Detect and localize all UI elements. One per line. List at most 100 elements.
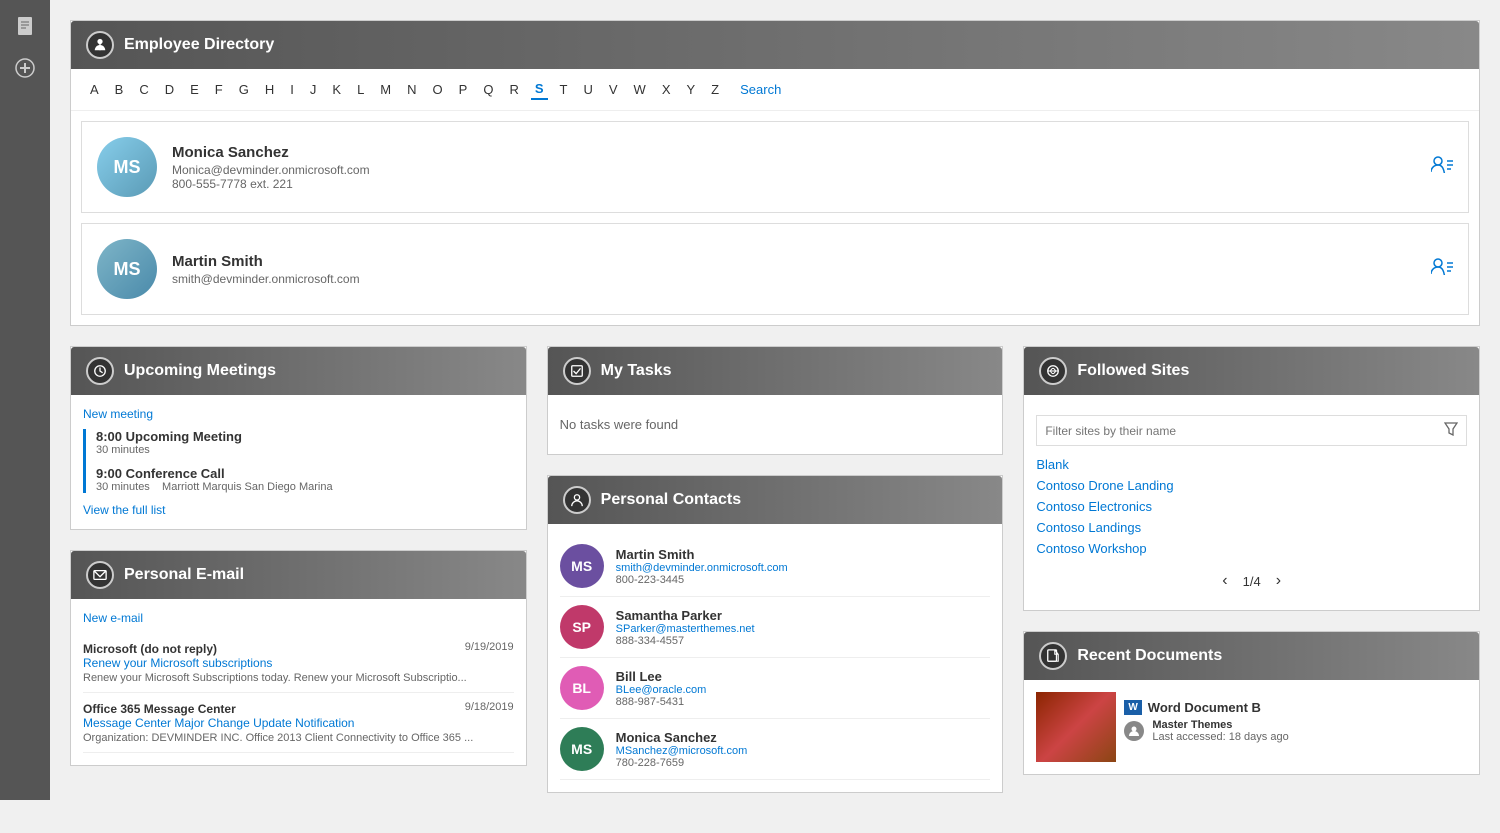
email-date-1: 9/18/2019 bbox=[465, 701, 514, 713]
email-subject-1[interactable]: Message Center Major Change Update Notif… bbox=[83, 716, 514, 730]
alpha-Z[interactable]: Z bbox=[707, 80, 723, 99]
alpha-G[interactable]: G bbox=[235, 80, 253, 99]
contact-email-3[interactable]: MSanchez@microsoft.com bbox=[616, 745, 748, 757]
next-page-btn[interactable]: › bbox=[1276, 572, 1281, 590]
contact-name-1: Samantha Parker bbox=[616, 608, 755, 623]
contact-phone-3: 780-228-7659 bbox=[616, 757, 748, 769]
contact-email-2[interactable]: BLee@oracle.com bbox=[616, 684, 707, 696]
site-link-landings[interactable]: Contoso Landings bbox=[1036, 517, 1467, 538]
contact-avatar-2: BL bbox=[560, 666, 604, 710]
sidebar bbox=[0, 0, 50, 800]
site-link-blank[interactable]: Blank bbox=[1036, 454, 1467, 475]
filter-icon bbox=[1436, 416, 1466, 445]
contact-email-0[interactable]: smith@devminder.onmicrosoft.com bbox=[616, 562, 788, 574]
site-link-workshop[interactable]: Contoso Workshop bbox=[1036, 538, 1467, 559]
sidebar-doc-icon[interactable] bbox=[9, 10, 41, 42]
alpha-U[interactable]: U bbox=[579, 80, 596, 99]
prev-page-btn[interactable]: ‹ bbox=[1222, 572, 1227, 590]
contact-item-2: BL Bill Lee BLee@oracle.com 888-987-5431 bbox=[560, 658, 991, 719]
filter-sites-input[interactable] bbox=[1037, 418, 1436, 444]
alpha-D[interactable]: D bbox=[161, 80, 178, 99]
personal-contacts-body: MS Martin Smith smith@devminder.onmicros… bbox=[548, 524, 1003, 792]
doc-title-0[interactable]: Word Document B bbox=[1148, 700, 1261, 715]
followed-sites-title: Followed Sites bbox=[1077, 362, 1189, 380]
email-date-0: 9/19/2019 bbox=[465, 641, 514, 653]
alpha-A[interactable]: A bbox=[86, 80, 103, 99]
alpha-S[interactable]: S bbox=[531, 79, 548, 100]
doc-author-info: Master Themes Last accessed: 18 days ago bbox=[1152, 719, 1288, 743]
personal-contacts-widget: Personal Contacts MS Martin Smith smith@… bbox=[547, 475, 1004, 793]
alpha-L[interactable]: L bbox=[353, 80, 368, 99]
recent-documents-body: W Word Document B Master Themes Last acc… bbox=[1024, 680, 1479, 774]
upcoming-meetings-body: New meeting 8:00 Upcoming Meeting 30 min… bbox=[71, 395, 526, 529]
alpha-K[interactable]: K bbox=[328, 80, 345, 99]
upcoming-meetings-widget: Upcoming Meetings New meeting 8:00 Upcom… bbox=[70, 346, 527, 530]
my-tasks-title: My Tasks bbox=[601, 362, 672, 380]
alpha-Y[interactable]: Y bbox=[682, 80, 699, 99]
doc-accessed: Last accessed: 18 days ago bbox=[1152, 731, 1288, 743]
alpha-B[interactable]: B bbox=[111, 80, 128, 99]
personal-contacts-title: Personal Contacts bbox=[601, 491, 741, 509]
employee-name-1: Martin Smith bbox=[172, 253, 1416, 270]
alpha-I[interactable]: I bbox=[286, 80, 298, 99]
meeting-title-1: Conference Call bbox=[126, 466, 225, 481]
personal-email-icon bbox=[86, 561, 114, 589]
alpha-C[interactable]: C bbox=[135, 80, 152, 99]
upcoming-meetings-header: Upcoming Meetings bbox=[71, 347, 526, 395]
employee-action-0[interactable] bbox=[1431, 155, 1453, 179]
site-link-drone[interactable]: Contoso Drone Landing bbox=[1036, 475, 1467, 496]
email-item-1: Office 365 Message Center 9/18/2019 Mess… bbox=[83, 693, 514, 753]
employee-info-1: Martin Smith smith@devminder.onmicrosoft… bbox=[172, 253, 1416, 286]
meeting-title-0: Upcoming Meeting bbox=[126, 429, 242, 444]
contact-phone-2: 888-987-5431 bbox=[616, 696, 707, 708]
employee-action-1[interactable] bbox=[1431, 257, 1453, 281]
doc-meta-icon-0 bbox=[1124, 721, 1144, 741]
contact-email-1[interactable]: SParker@masterthemes.net bbox=[616, 623, 755, 635]
alpha-O[interactable]: O bbox=[429, 80, 447, 99]
my-tasks-header: My Tasks bbox=[548, 347, 1003, 395]
contact-details-3: Monica Sanchez MSanchez@microsoft.com 78… bbox=[616, 730, 748, 769]
contact-phone-0: 800-223-3445 bbox=[616, 574, 788, 586]
personal-email-header: Personal E-mail bbox=[71, 551, 526, 599]
new-email-link[interactable]: New e-mail bbox=[83, 611, 514, 625]
alpha-R[interactable]: R bbox=[505, 80, 522, 99]
email-subject-0[interactable]: Renew your Microsoft subscriptions bbox=[83, 656, 514, 670]
filter-bar bbox=[1036, 415, 1467, 446]
view-full-list-link[interactable]: View the full list bbox=[83, 503, 514, 517]
meeting-time-0: 8:00 bbox=[96, 429, 122, 444]
new-meeting-link[interactable]: New meeting bbox=[83, 407, 514, 421]
email-item-0: Microsoft (do not reply) 9/19/2019 Renew… bbox=[83, 633, 514, 693]
alpha-N[interactable]: N bbox=[403, 80, 420, 99]
employee-info-0: Monica Sanchez Monica@devminder.onmicros… bbox=[172, 144, 1416, 191]
alpha-J[interactable]: J bbox=[306, 80, 321, 99]
email-preview-1: Organization: DEVMINDER INC. Office 2013… bbox=[83, 732, 514, 744]
alpha-F[interactable]: F bbox=[211, 80, 227, 99]
alpha-M[interactable]: M bbox=[376, 80, 395, 99]
contact-item-1: SP Samantha Parker SParker@masterthemes.… bbox=[560, 597, 991, 658]
main-content: Employee Directory A B C D E F G H I J K… bbox=[50, 0, 1500, 833]
alpha-Q[interactable]: Q bbox=[479, 80, 497, 99]
alpha-V[interactable]: V bbox=[605, 80, 622, 99]
site-link-electronics[interactable]: Contoso Electronics bbox=[1036, 496, 1467, 517]
meeting-detail-0: 30 minutes bbox=[96, 444, 514, 456]
alpha-search[interactable]: Search bbox=[736, 80, 785, 99]
contact-details-2: Bill Lee BLee@oracle.com 888-987-5431 bbox=[616, 669, 707, 708]
contact-item-3: MS Monica Sanchez MSanchez@microsoft.com… bbox=[560, 719, 991, 780]
alpha-W[interactable]: W bbox=[630, 80, 650, 99]
alphabet-bar: A B C D E F G H I J K L M N O P Q R S T … bbox=[71, 69, 1479, 111]
personal-email-widget: Personal E-mail New e-mail Microsoft (do… bbox=[70, 550, 527, 766]
sites-pagination: ‹ 1/4 › bbox=[1036, 564, 1467, 598]
alpha-X[interactable]: X bbox=[658, 80, 675, 99]
employee-email-1: smith@devminder.onmicrosoft.com bbox=[172, 272, 1416, 286]
personal-email-body: New e-mail Microsoft (do not reply) 9/19… bbox=[71, 599, 526, 765]
alpha-P[interactable]: P bbox=[455, 80, 472, 99]
personal-contacts-header: Personal Contacts bbox=[548, 476, 1003, 524]
sidebar-plus-icon[interactable] bbox=[9, 52, 41, 84]
alpha-H[interactable]: H bbox=[261, 80, 278, 99]
doc-info-0: W Word Document B Master Themes Last acc… bbox=[1116, 692, 1467, 762]
recent-documents-header: Recent Documents bbox=[1024, 632, 1479, 680]
alpha-E[interactable]: E bbox=[186, 80, 203, 99]
employee-directory-header-icon bbox=[86, 31, 114, 59]
alpha-T[interactable]: T bbox=[556, 80, 572, 99]
doc-thumb-image-0 bbox=[1036, 692, 1116, 762]
